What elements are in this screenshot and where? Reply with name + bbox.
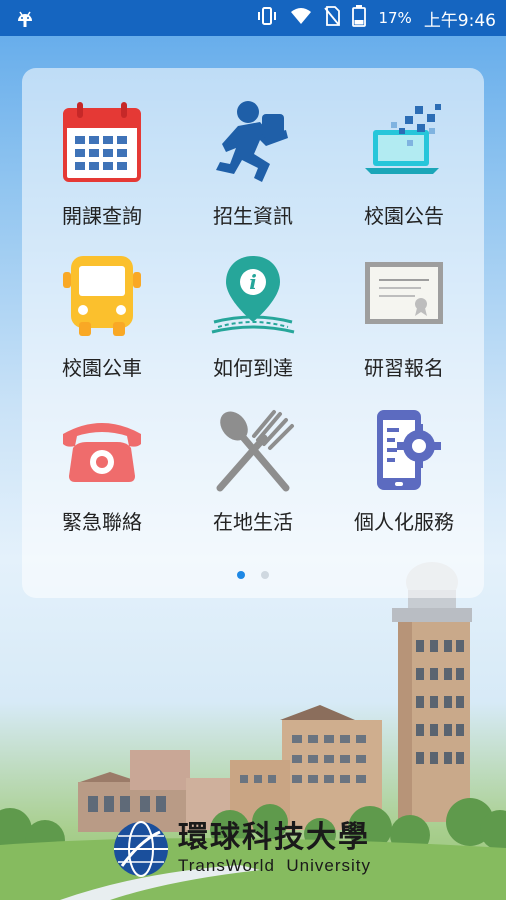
battery-percent: 17% — [378, 9, 412, 27]
laptop-icon — [365, 104, 441, 174]
menu-item-label: 校園公告 — [364, 204, 444, 228]
university-name-zh: 環球科技大學 — [178, 820, 370, 855]
certificate-icon — [365, 262, 443, 324]
wifi-icon — [290, 7, 312, 29]
menu-item-how-to-get-here[interactable]: i 如何到達 — [178, 252, 328, 381]
page-indicator — [22, 564, 484, 583]
menu-panel: 開課查詢 招生資訊 校園公告 校園公車 i 如何到達 研習報名 緊急聯絡 在地生… — [22, 68, 484, 598]
menu-item-admissions[interactable]: 招生資訊 — [178, 100, 328, 229]
svg-text:i: i — [249, 270, 257, 294]
university-logo: 環球科技大學 TransWorld University — [112, 820, 371, 878]
menu-item-announcements[interactable]: 校園公告 — [329, 100, 479, 229]
menu-item-course-query[interactable]: 開課查詢 — [27, 100, 177, 229]
globe-logo-icon — [114, 821, 168, 877]
page-dot[interactable] — [260, 571, 269, 579]
phone-settings-icon — [377, 410, 441, 490]
calendar-icon — [63, 102, 141, 182]
no-sim-icon — [324, 6, 341, 30]
menu-item-label: 個人化服務 — [354, 510, 454, 534]
spoon-fork-icon — [216, 410, 294, 492]
menu-item-label: 研習報名 — [364, 356, 444, 380]
university-name-en: TransWorld University — [178, 856, 371, 875]
menu-item-label: 招生資訊 — [213, 204, 293, 228]
menu-item-workshop-signup[interactable]: 研習報名 — [329, 252, 479, 381]
observatory-tower — [392, 562, 472, 822]
menu-item-local-life[interactable]: 在地生活 — [178, 406, 328, 535]
vibrate-icon — [256, 6, 278, 30]
status-bar: 17% 上午9:46 — [0, 0, 506, 36]
menu-item-label: 開課查詢 — [62, 204, 142, 228]
clock: 上午9:46 — [423, 10, 496, 31]
battery-icon — [352, 5, 367, 31]
menu-item-campus-bus[interactable]: 校園公車 — [27, 252, 177, 381]
running-man-icon — [216, 101, 288, 182]
menu-item-personal-services[interactable]: 個人化服務 — [329, 406, 479, 535]
menu-item-label: 校園公車 — [62, 356, 142, 380]
menu-item-emergency-contact[interactable]: 緊急聯絡 — [27, 406, 177, 535]
menu-item-label: 緊急聯絡 — [62, 510, 142, 534]
android-icon — [14, 7, 36, 33]
bus-icon — [63, 256, 141, 336]
page-dot-active[interactable] — [237, 571, 246, 579]
map-pin-icon: i — [211, 256, 295, 334]
menu-item-label: 在地生活 — [213, 510, 293, 534]
telephone-icon — [63, 423, 141, 482]
menu-item-label: 如何到達 — [213, 356, 293, 380]
